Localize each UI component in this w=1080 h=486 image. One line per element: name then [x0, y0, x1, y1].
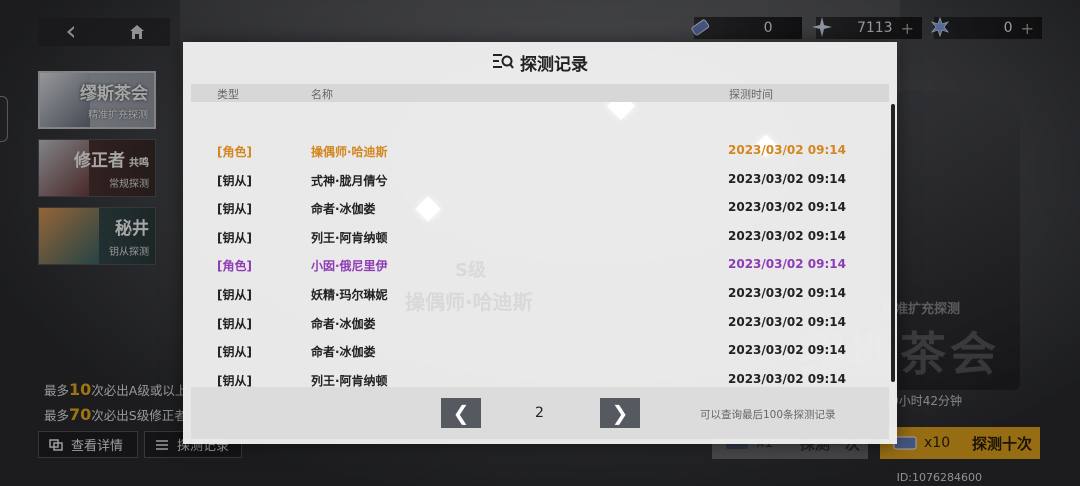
- record-type: [钥从]: [217, 316, 252, 331]
- table-row: [角色] 小囡·俄尼里伊 2023/03/02 09:14: [191, 250, 881, 279]
- record-type: [钥从]: [217, 173, 252, 188]
- record-time: 2023/03/02 09:14: [728, 343, 846, 358]
- record-search-icon: [493, 54, 514, 69]
- record-type: [角色]: [217, 145, 252, 159]
- record-time: 2023/03/02 09:14: [728, 143, 846, 157]
- record-name: 妖精·玛尔琳妮: [311, 287, 388, 302]
- record-name: 小囡·俄尼里伊: [311, 259, 388, 274]
- record-type: [钥从]: [217, 345, 252, 360]
- records-table-body[interactable]: [角色] 操偶师·哈迪斯 2023/03/02 09:14 [钥从] 式神·胧月倩兮 20…: [191, 136, 881, 393]
- chevron-right-icon: ❯: [611, 401, 629, 425]
- record-time: 2023/03/02 09:14: [728, 171, 846, 186]
- table-row: [角色] 操偶师·哈迪斯 2023/03/02 09:14: [191, 136, 881, 165]
- table-row: [钥从] 命者·冰伽娄 2023/03/02 09:14: [191, 308, 881, 337]
- modal-title: 探测记录: [520, 54, 588, 75]
- record-name: 命者·冰伽娄: [311, 202, 376, 217]
- column-time: 探测时间: [729, 88, 773, 101]
- records-limit-note: 可以查询最后100条探测记录: [700, 409, 836, 421]
- table-row: [钥从] 式神·胧月倩兮 2023/03/02 09:14: [191, 165, 881, 194]
- record-type: [钥从]: [217, 287, 252, 302]
- chevron-left-icon: ❮: [452, 401, 470, 425]
- record-time: 2023/03/02 09:14: [728, 371, 846, 386]
- table-row: [钥从] 妖精·玛尔琳妮 2023/03/02 09:14: [191, 279, 881, 308]
- record-type: [角色]: [217, 259, 252, 274]
- table-row: [钥从] 命者·冰伽娄 2023/03/02 09:14: [191, 336, 881, 365]
- record-name: 命者·冰伽娄: [311, 345, 376, 360]
- record-time: 2023/03/02 09:14: [728, 314, 846, 329]
- detection-records-modal: 操偶师·哈迪斯 S级 探测记录 类型 名称 探测时间 [角色] 操偶师·哈迪斯 20…: [183, 42, 897, 444]
- table-header: 类型 名称 探测时间: [191, 84, 889, 102]
- record-name: 式神·胧月倩兮: [311, 173, 388, 188]
- modal-footer: ❮ 2 ❯ 可以查询最后100条探测记录: [191, 387, 889, 439]
- record-type: [钥从]: [217, 230, 252, 245]
- records-scrollbar[interactable]: [891, 104, 895, 382]
- record-time: 2023/03/02 09:14: [728, 200, 846, 215]
- table-row: [钥从] 命者·冰伽娄 2023/03/02 09:14: [191, 193, 881, 222]
- column-name: 名称: [311, 88, 333, 101]
- modal-header: 探测记录: [183, 42, 897, 82]
- column-type: 类型: [217, 88, 239, 101]
- page-number: 2: [535, 405, 544, 421]
- record-time: 2023/03/02 09:14: [728, 257, 846, 272]
- record-time: 2023/03/02 09:14: [728, 285, 846, 300]
- prev-page-button[interactable]: ❮: [441, 398, 481, 428]
- record-type: [钥从]: [217, 202, 252, 217]
- record-name: 列王·阿肯纳顿: [311, 230, 388, 245]
- record-name: 命者·冰伽娄: [311, 316, 376, 331]
- table-row: [钥从] 列王·阿肯纳顿 2023/03/02 09:14: [191, 222, 881, 251]
- record-time: 2023/03/02 09:14: [728, 228, 846, 243]
- record-name: 操偶师·哈迪斯: [311, 145, 388, 159]
- next-page-button[interactable]: ❯: [600, 398, 640, 428]
